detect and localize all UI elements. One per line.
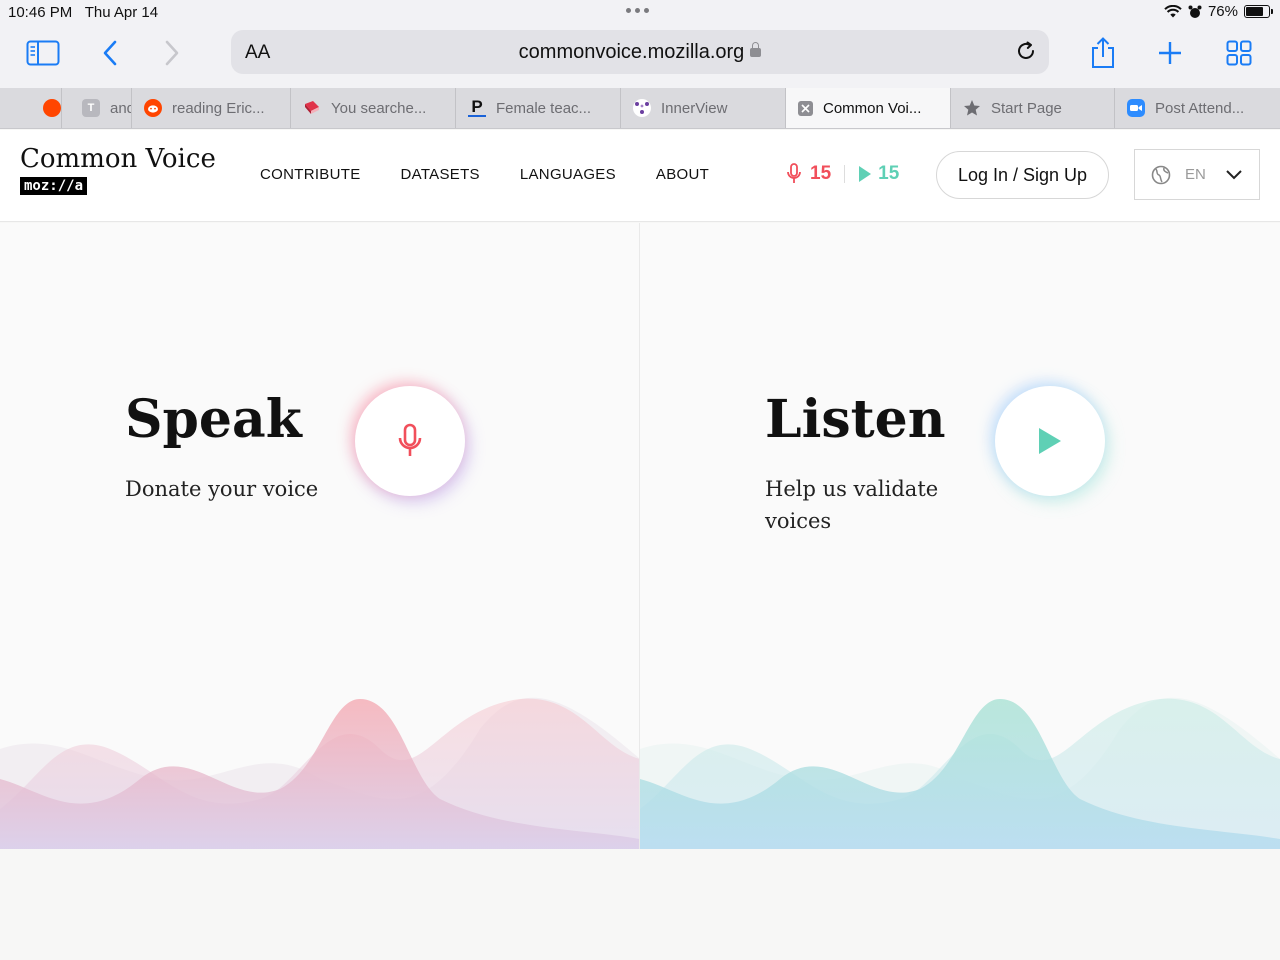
tab-reading[interactable]: reading Eric... (132, 88, 291, 128)
nav-datasets[interactable]: DATASETS (401, 166, 480, 183)
forward-button[interactable] (152, 36, 192, 70)
contribute-panels: Speak Donate your voice Listen Help us v… (0, 223, 1280, 849)
listen-count: 15 (858, 163, 899, 185)
browser-toolbar: AA commonvoice.mozilla.org (0, 26, 1280, 88)
listen-title: Listen (765, 389, 946, 450)
common-voice-logo[interactable]: Common Voice moz://a (20, 144, 216, 195)
zoom-icon (1127, 99, 1145, 117)
speak-count: 15 (786, 163, 831, 185)
p-logo-icon: P (468, 97, 486, 117)
wifi-icon (1164, 5, 1182, 18)
play-icon (859, 166, 872, 182)
contribution-stats[interactable]: 15 15 (786, 163, 899, 185)
sidebar-toggle-icon[interactable] (23, 36, 63, 70)
t-app-icon: T (82, 99, 100, 117)
main-nav: CONTRIBUTE DATASETS LANGUAGES ABOUT (260, 166, 709, 183)
brand-name: Common Voice (20, 144, 216, 174)
tab-and[interactable]: T and (62, 88, 132, 128)
play-icon (1039, 428, 1061, 454)
login-button[interactable]: Log In / Sign Up (936, 151, 1109, 199)
new-tab-button[interactable] (1150, 36, 1190, 70)
innerview-icon (633, 99, 651, 117)
book-icon (303, 99, 321, 117)
speak-subtitle: Donate your voice (125, 477, 319, 501)
battery-percent: 76% (1207, 3, 1238, 20)
speak-title: Speak (125, 389, 302, 450)
tab-partial-reddit[interactable] (0, 88, 62, 128)
chevron-down-icon (1226, 169, 1242, 179)
back-button[interactable] (90, 36, 130, 70)
listen-play-button[interactable] (995, 386, 1105, 496)
listen-wave-decoration (640, 697, 1280, 849)
address-bar[interactable]: AA commonvoice.mozilla.org (231, 30, 1049, 74)
language-code: EN (1185, 166, 1206, 183)
language-selector[interactable]: EN (1134, 149, 1260, 200)
globe-icon (1151, 165, 1171, 184)
tab-start-page[interactable]: Start Page (951, 88, 1115, 128)
reddit-icon (144, 99, 162, 117)
lock-icon (750, 42, 762, 57)
mic-icon (398, 423, 422, 456)
battery-icon (1244, 5, 1273, 18)
speak-wave-decoration (0, 697, 639, 849)
status-time: 10:46 PM Thu Apr 14 (8, 4, 159, 21)
nav-languages[interactable]: LANGUAGES (520, 166, 616, 183)
tab-innerview[interactable]: InnerView (621, 88, 786, 128)
mic-icon (787, 163, 801, 183)
tab-female-teacher[interactable]: P Female teac... (456, 88, 621, 128)
close-tab-icon[interactable] (798, 100, 813, 116)
alarm-icon (1188, 5, 1202, 18)
site-header: Common Voice moz://a CONTRIBUTE DATASETS… (0, 130, 1280, 222)
listen-subtitle: Help us validate voices (765, 477, 939, 533)
reddit-icon (43, 99, 61, 117)
tab-overview-icon[interactable] (1219, 36, 1259, 70)
listen-panel[interactable]: Listen Help us validate voices (640, 223, 1280, 849)
speak-record-button[interactable] (355, 386, 465, 496)
url-text[interactable]: commonvoice.mozilla.org (231, 41, 1049, 64)
tab-post-attendance[interactable]: Post Attend... (1115, 88, 1280, 128)
page-background (0, 849, 1280, 960)
star-icon (963, 99, 981, 117)
status-bar: 10:46 PM Thu Apr 14 76% (0, 0, 1280, 26)
tab-common-voice[interactable]: Common Voi... (786, 88, 951, 128)
share-icon[interactable] (1083, 36, 1123, 70)
multitasking-dots-icon[interactable] (626, 8, 649, 13)
nav-about[interactable]: ABOUT (656, 166, 709, 183)
tab-strip: T and reading Eric... You searche... P F… (0, 88, 1280, 129)
mozilla-logo: moz://a (20, 177, 88, 195)
reload-icon[interactable] (1015, 40, 1037, 67)
nav-contribute[interactable]: CONTRIBUTE (260, 166, 361, 183)
speak-panel[interactable]: Speak Donate your voice (0, 223, 640, 849)
tab-you-searched[interactable]: You searche... (291, 88, 456, 128)
